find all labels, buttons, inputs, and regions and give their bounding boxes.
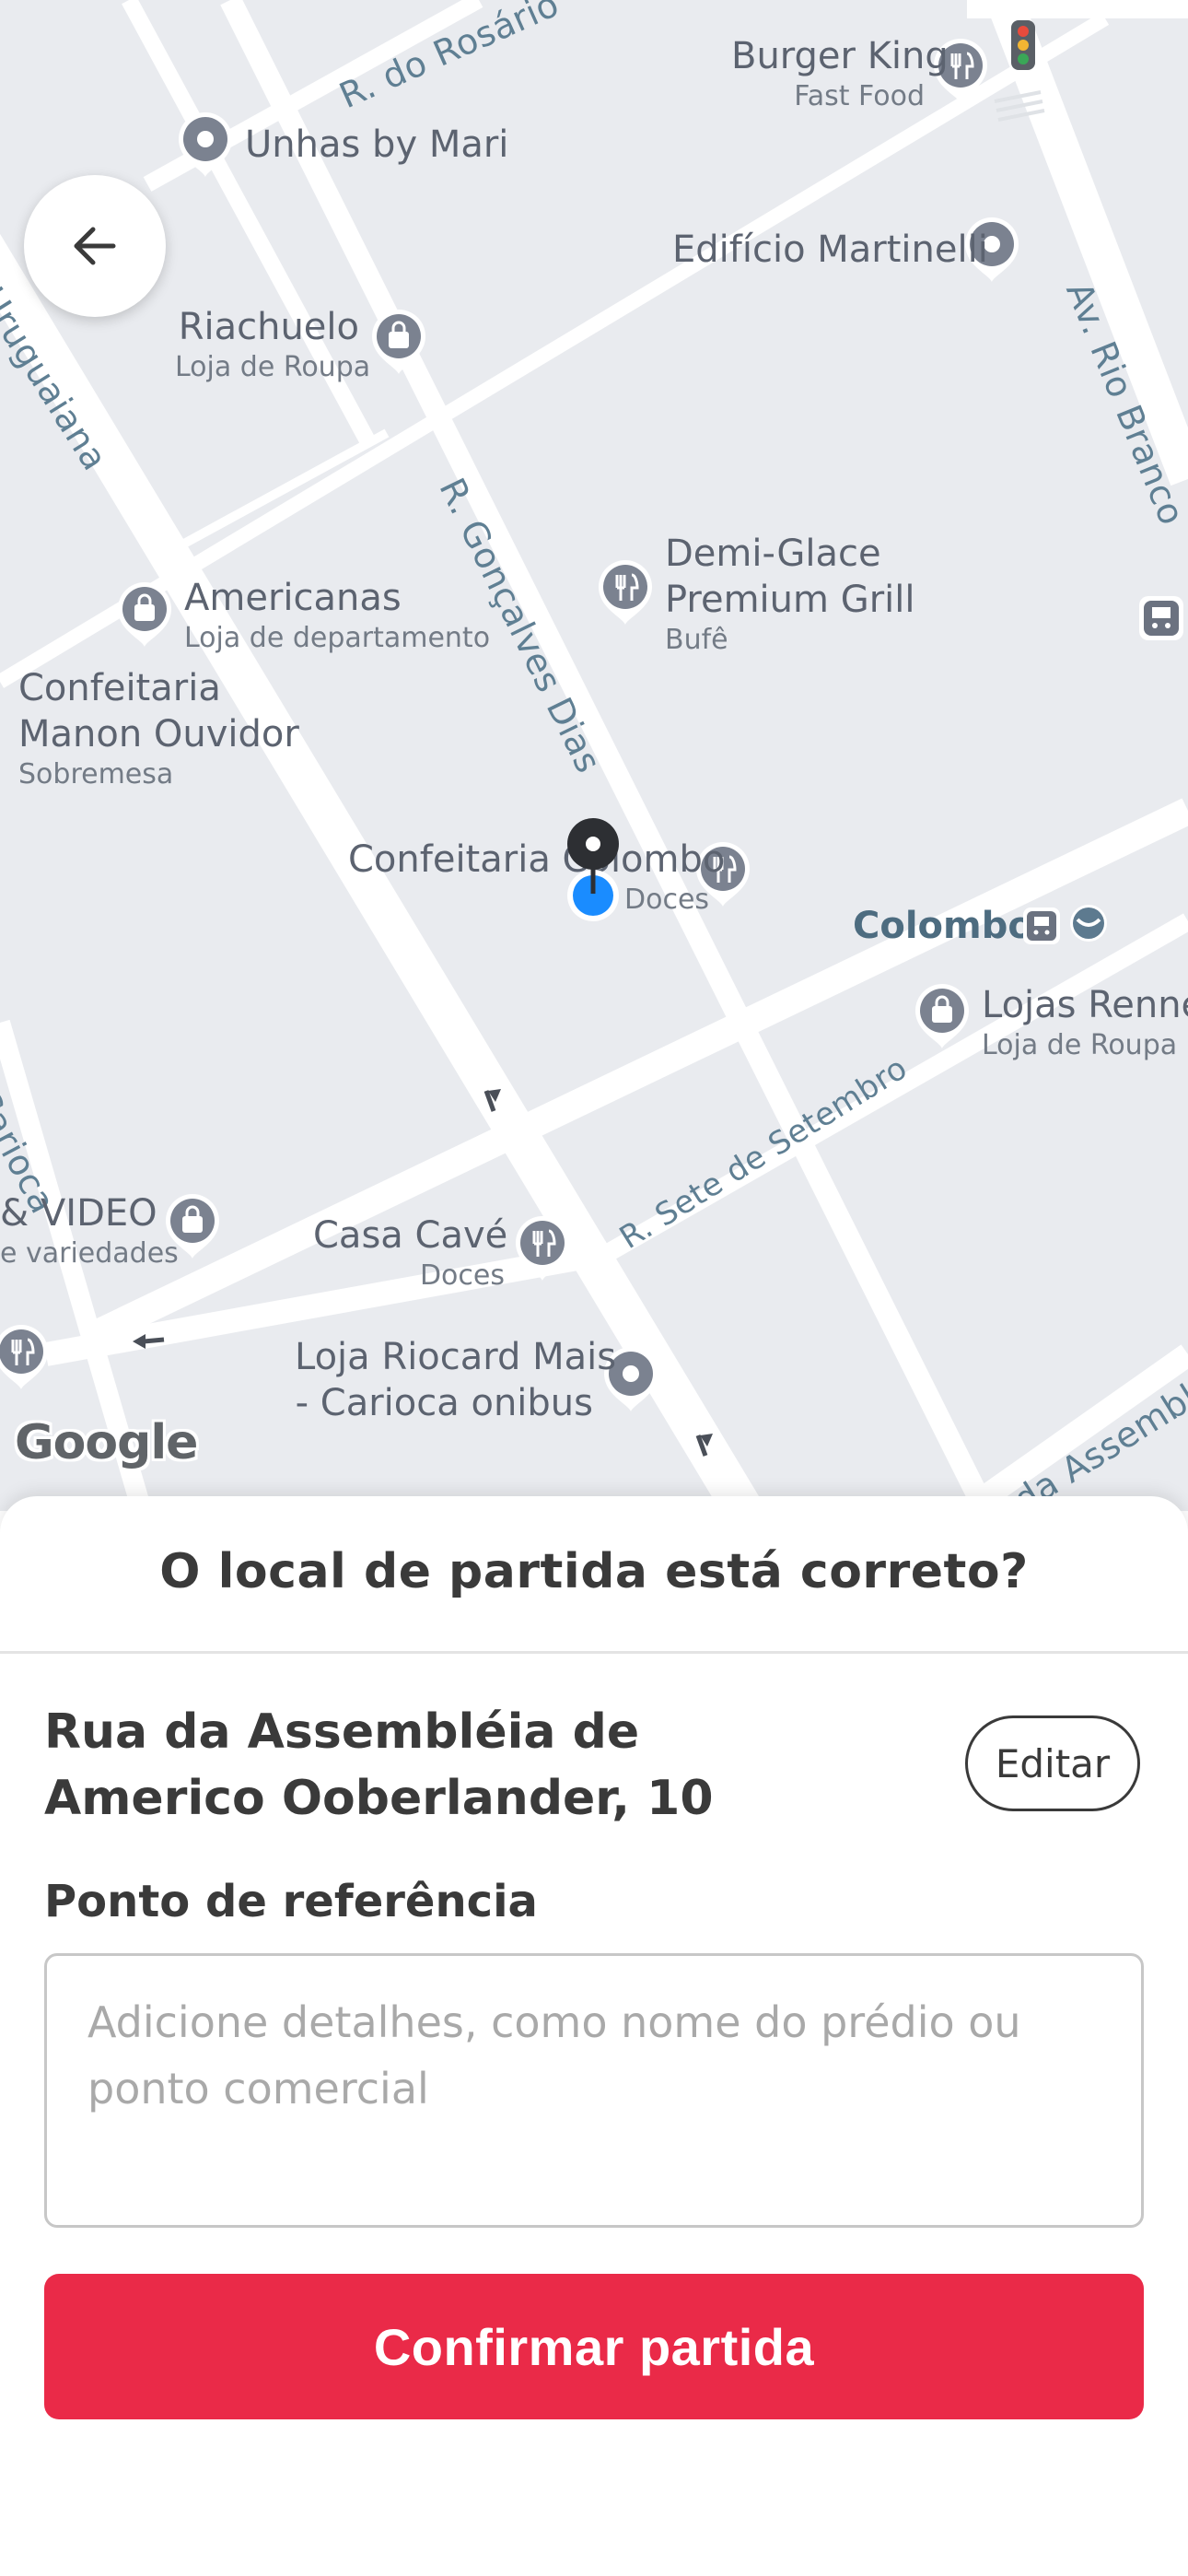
poi-burger-king[interactable]: Burger King Fast Food bbox=[731, 33, 949, 114]
poi-video-variedades[interactable]: & VIDEO e variedades bbox=[0, 1190, 179, 1271]
restaurant-icon[interactable] bbox=[595, 556, 656, 626]
confirm-pickup-button[interactable]: Confirmar partida bbox=[44, 2274, 1144, 2419]
place-icon[interactable] bbox=[175, 109, 236, 179]
bus-icon bbox=[1023, 907, 1060, 944]
back-button[interactable] bbox=[24, 175, 166, 317]
poi-casa-cave[interactable]: Casa Cavé Doces bbox=[313, 1212, 507, 1294]
poi-confeitaria-colombo[interactable]: Confeitaria Colombo Doces bbox=[348, 837, 725, 918]
bus-icon bbox=[1139, 596, 1183, 640]
traffic-light-icon bbox=[1011, 20, 1035, 70]
metro-icon bbox=[1070, 905, 1107, 942]
poi-unhas-by-mari[interactable]: Unhas by Mari bbox=[245, 122, 508, 168]
poi-lojas-renner[interactable]: Lojas Renner Loja de Roupa bbox=[982, 982, 1188, 1063]
restaurant-icon[interactable] bbox=[0, 1321, 52, 1391]
google-logo: Google bbox=[15, 1415, 198, 1470]
map-view[interactable]: R. do Rosário Uruguaiana R. Gonçalves Di… bbox=[0, 0, 1188, 1511]
poi-loja-riocard[interactable]: Loja Riocard Mais - Carioca onibus bbox=[295, 1334, 616, 1426]
restaurant-icon[interactable] bbox=[512, 1212, 573, 1282]
poi-americanas[interactable]: Americanas Loja de departamento bbox=[184, 575, 490, 656]
poi-riachuelo[interactable]: Riachuelo Loja de Roupa bbox=[175, 304, 370, 385]
poi-colombo-station[interactable]: Colombo bbox=[853, 903, 1033, 949]
pickup-address: Rua da Assembléia de Americo Ooberlander… bbox=[44, 1704, 714, 1826]
reference-input[interactable] bbox=[44, 1953, 1144, 2228]
poi-confeitaria-manon[interactable]: Confeitaria Manon Ouvidor Sobremesa bbox=[18, 665, 299, 792]
poi-demi-glace[interactable]: Demi-Glace Premium Grill Bufê bbox=[665, 531, 914, 658]
shopping-bag-icon[interactable] bbox=[368, 306, 429, 376]
back-arrow-icon bbox=[74, 227, 116, 265]
bottom-sheet: O local de partida está correto? Rua da … bbox=[0, 1496, 1188, 2576]
sheet-title: O local de partida está correto? bbox=[159, 1544, 1029, 1599]
poi-edificio-martinelli[interactable]: Edifício Martinelli bbox=[672, 227, 988, 273]
reference-label: Ponto de referência bbox=[44, 1876, 538, 1927]
edit-button[interactable]: Editar bbox=[965, 1715, 1140, 1811]
shopping-bag-icon[interactable] bbox=[912, 980, 973, 1050]
divider bbox=[0, 1651, 1188, 1654]
pickup-pin-icon[interactable] bbox=[558, 816, 628, 927]
shopping-bag-icon[interactable] bbox=[114, 579, 175, 649]
